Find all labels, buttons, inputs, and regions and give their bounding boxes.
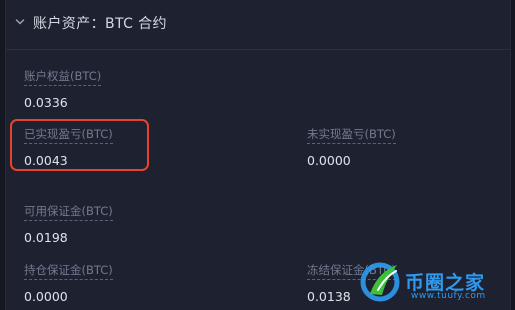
equity-field: 账户权益(BTC) 0.0336 xyxy=(24,65,102,110)
equity-value: 0.0336 xyxy=(24,95,68,110)
app-frame: 账户资产：BTC 合约 账户权益(BTC) 0.0336 已实现盈亏(BTC) … xyxy=(0,0,515,310)
available-margin-label[interactable]: 可用保证金(BTC) xyxy=(24,203,113,221)
realized-pnl-label[interactable]: 已实现盈亏(BTC) xyxy=(24,126,113,144)
position-margin-field: 持仓保证金(BTC) 0.0000 xyxy=(24,259,113,304)
panel-title: 账户资产：BTC 合约 xyxy=(33,16,167,32)
available-margin-field: 可用保证金(BTC) 0.0198 xyxy=(24,200,113,245)
available-margin-value: 0.0198 xyxy=(24,230,68,245)
unrealized-pnl-field: 未实现盈亏(BTC) 0.0000 xyxy=(307,123,396,168)
realized-pnl-value: 0.0043 xyxy=(24,153,68,168)
watermark: 币圈之家 www.tuufy.com xyxy=(356,256,508,306)
unrealized-pnl-value: 0.0000 xyxy=(307,153,351,168)
unrealized-pnl-label[interactable]: 未实现盈亏(BTC) xyxy=(307,126,396,144)
watermark-url: www.tuufy.com xyxy=(411,291,486,301)
position-margin-value: 0.0000 xyxy=(24,289,68,304)
position-margin-label[interactable]: 持仓保证金(BTC) xyxy=(24,262,113,280)
realized-pnl-field: 已实现盈亏(BTC) 0.0043 xyxy=(24,123,113,168)
watermark-logo-icon xyxy=(360,262,400,302)
equity-label[interactable]: 账户权益(BTC) xyxy=(24,68,102,86)
panel-header[interactable]: 账户资产：BTC 合约 xyxy=(6,0,510,50)
chevron-down-icon[interactable] xyxy=(15,17,25,27)
